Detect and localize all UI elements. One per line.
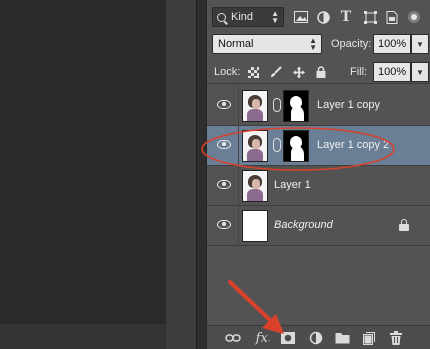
lock-label: Lock:: [214, 66, 241, 78]
search-icon: [217, 12, 226, 22]
mask-link-icon[interactable]: [273, 98, 281, 112]
add-layer-style-button[interactable]: fx.: [254, 330, 272, 346]
filter-toggle-icon[interactable]: [406, 9, 422, 25]
layers-panel-footer: fx.: [207, 325, 430, 349]
lock-all-icon[interactable]: [315, 66, 327, 78]
filter-smart-objects-icon[interactable]: [384, 9, 400, 25]
fill-field[interactable]: 100%: [373, 62, 411, 82]
layer-filter-row: Kind ▲ ▼ T: [207, 5, 430, 29]
layer-mask-thumbnail[interactable]: [283, 130, 309, 162]
layers-list: Layer 1 copy Layer 1 copy 2 Layer 1 Back…: [207, 86, 430, 322]
blend-row: Normal ▲ ▼ Opacity: 100% ▼: [207, 34, 430, 56]
eye-icon: [217, 140, 231, 149]
new-adjustment-layer-icon[interactable]: [307, 330, 325, 346]
panel-divider[interactable]: [196, 0, 206, 349]
canvas-bottom-strip: [0, 324, 166, 349]
opacity-label: Opacity:: [331, 38, 372, 50]
mask-link-icon[interactable]: [273, 138, 281, 152]
layer-mask-thumbnail[interactable]: [283, 90, 309, 122]
blend-mode-select[interactable]: Normal ▲ ▼: [212, 34, 322, 54]
eye-icon: [217, 100, 231, 109]
filter-kind-select[interactable]: Kind ▲ ▼: [212, 7, 284, 27]
link-layers-icon[interactable]: [224, 330, 242, 346]
filter-adjustment-layers-icon[interactable]: [315, 9, 331, 25]
opacity-field[interactable]: 100%: [373, 34, 411, 54]
fill-dropdown-button[interactable]: ▼: [411, 62, 429, 82]
layer-row[interactable]: Layer 1 copy: [207, 86, 430, 126]
layer-thumbnail[interactable]: [242, 170, 268, 202]
layer-row[interactable]: Layer 1: [207, 166, 430, 206]
dropdown-indicator: .: [267, 333, 271, 343]
lock-row: Lock: Fill: 100% ▼: [207, 60, 430, 84]
visibility-toggle[interactable]: [207, 86, 239, 126]
filter-kind-label: Kind: [231, 11, 254, 23]
filter-shape-layers-icon[interactable]: [362, 9, 378, 25]
layer-row-selected[interactable]: Layer 1 copy 2: [207, 126, 430, 166]
layer-thumbnail[interactable]: [242, 210, 268, 242]
blend-mode-value: Normal: [218, 38, 254, 50]
visibility-toggle[interactable]: [207, 206, 239, 246]
filter-pixel-layers-icon[interactable]: [293, 9, 309, 25]
layer-thumbnail[interactable]: [242, 90, 268, 122]
fx-icon: fx: [255, 330, 268, 346]
layer-thumbnail[interactable]: [242, 130, 268, 162]
fill-label: Fill:: [350, 66, 368, 78]
layer-name: Layer 1 copy 2: [317, 139, 390, 151]
eye-icon: [217, 180, 231, 189]
opacity-dropdown-button[interactable]: ▼: [411, 34, 429, 54]
lock-icon: [399, 219, 409, 231]
filter-type-layers-icon[interactable]: T: [338, 9, 354, 25]
layer-name: Layer 1 copy: [317, 99, 380, 111]
visibility-toggle[interactable]: [207, 166, 239, 206]
layers-panel: Kind ▲ ▼ T Normal ▲ ▼ Opacity: 100% ▼ Lock…: [206, 0, 430, 349]
add-layer-mask-icon[interactable]: [279, 330, 297, 346]
updown-arrows-icon: ▲ ▼: [271, 9, 279, 25]
new-group-folder-icon[interactable]: [333, 330, 351, 346]
eye-icon: [217, 220, 231, 229]
layer-name: Layer 1: [274, 179, 311, 191]
lock-transparent-pixels-icon[interactable]: [247, 66, 259, 78]
updown-arrows-icon: ▲ ▼: [309, 36, 317, 52]
layer-name: Background: [274, 219, 333, 231]
lock-image-pixels-brush-icon[interactable]: [270, 66, 282, 78]
visibility-toggle[interactable]: [207, 126, 239, 166]
lock-position-move-icon[interactable]: [293, 66, 305, 78]
new-layer-icon[interactable]: [360, 330, 378, 346]
canvas-scroll-gutter: [166, 0, 196, 349]
layer-row[interactable]: Background: [207, 206, 430, 246]
trash-icon[interactable]: [387, 330, 405, 346]
